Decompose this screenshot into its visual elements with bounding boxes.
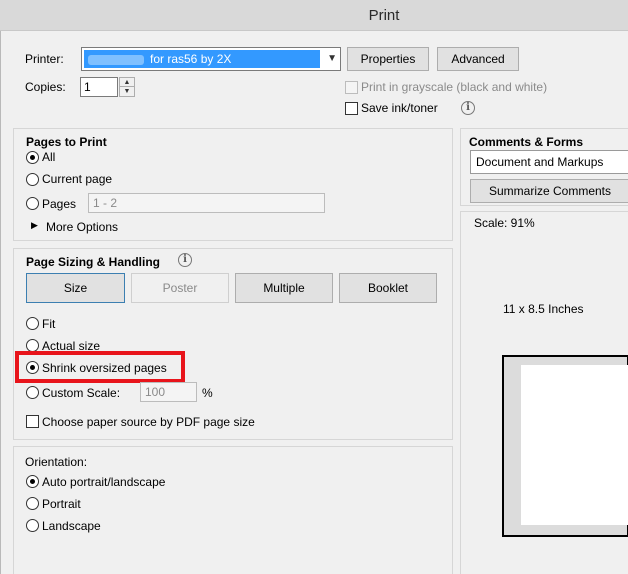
chevron-down-icon: ▼ — [327, 53, 337, 64]
pages-range-input[interactable]: 1 - 2 — [88, 193, 325, 213]
print-dialog: Printer: for ras56 by 2X ▼ Properties Ad… — [0, 31, 628, 574]
paper-source-label: Choose paper source by PDF page size — [42, 415, 255, 429]
auto-orientation-label: Auto portrait/landscape — [42, 475, 166, 489]
expand-arrow-icon[interactable]: ▶ — [31, 220, 38, 231]
orientation-title: Orientation: — [25, 455, 88, 469]
more-options-toggle[interactable]: More Options — [46, 220, 118, 234]
percent-label: % — [202, 386, 213, 400]
advanced-button[interactable]: Advanced — [437, 47, 519, 71]
grayscale-label: Print in grayscale (black and white) — [361, 80, 548, 94]
current-page-label: Current page — [42, 172, 113, 186]
auto-orientation-radio[interactable] — [26, 475, 39, 488]
preview-scale: Scale: 91% — [474, 216, 535, 230]
title-bar: Print — [0, 0, 628, 31]
portrait-label: Portrait — [42, 497, 81, 511]
info-icon[interactable]: i — [461, 101, 475, 115]
landscape-radio[interactable] — [26, 519, 39, 532]
custom-scale-label: Custom Scale: — [42, 386, 121, 400]
properties-button[interactable]: Properties — [347, 47, 429, 71]
page-sizing-title: Page Sizing & Handling — [26, 255, 161, 269]
portrait-radio[interactable] — [26, 497, 39, 510]
comments-forms-title: Comments & Forms — [469, 135, 584, 149]
booklet-button[interactable]: Booklet — [339, 273, 437, 303]
printer-select[interactable]: for ras56 by 2X ▼ — [81, 47, 341, 71]
comments-forms-select[interactable]: Document and Markups — [470, 150, 628, 174]
copies-stepper[interactable]: ▲ ▼ — [119, 77, 135, 97]
stepper-up-icon[interactable]: ▲ — [120, 78, 134, 87]
custom-scale-input[interactable]: 100 — [140, 382, 197, 402]
fit-label: Fit — [42, 317, 56, 331]
paper-source-checkbox[interactable] — [26, 415, 39, 428]
highlight-annotation — [15, 351, 185, 383]
copies-label: Copies: — [25, 80, 66, 94]
pages-to-print-title: Pages to Print — [26, 135, 107, 149]
size-button[interactable]: Size — [26, 273, 125, 303]
landscape-label: Landscape — [42, 519, 101, 533]
window-title: Print — [368, 7, 400, 24]
poster-button[interactable]: Poster — [131, 273, 229, 303]
copies-input[interactable]: 1 — [80, 77, 118, 97]
pages-all-radio[interactable] — [26, 151, 39, 164]
printer-selected-value: for ras56 by 2X — [84, 50, 320, 68]
current-page-radio[interactable] — [26, 173, 39, 186]
printer-name: for ras56 by 2X — [150, 52, 232, 66]
preview-page-area — [521, 365, 628, 525]
save-ink-checkbox[interactable] — [345, 102, 358, 115]
pages-range-label: Pages — [42, 197, 77, 211]
summarize-comments-button[interactable]: Summarize Comments — [470, 179, 628, 203]
fit-radio[interactable] — [26, 317, 39, 330]
page-preview — [502, 355, 628, 537]
multiple-button[interactable]: Multiple — [235, 273, 333, 303]
save-ink-label: Save ink/toner — [361, 101, 438, 115]
printer-label: Printer: — [25, 52, 64, 66]
pages-range-radio[interactable] — [26, 197, 39, 210]
redacted-mark — [88, 54, 144, 65]
preview-size: 11 x 8.5 Inches — [503, 302, 584, 316]
stepper-down-icon[interactable]: ▼ — [120, 87, 134, 96]
sizing-info-icon[interactable]: i — [178, 253, 192, 267]
pages-all-label: All — [42, 150, 56, 164]
custom-scale-radio[interactable] — [26, 386, 39, 399]
grayscale-checkbox[interactable] — [345, 81, 358, 94]
